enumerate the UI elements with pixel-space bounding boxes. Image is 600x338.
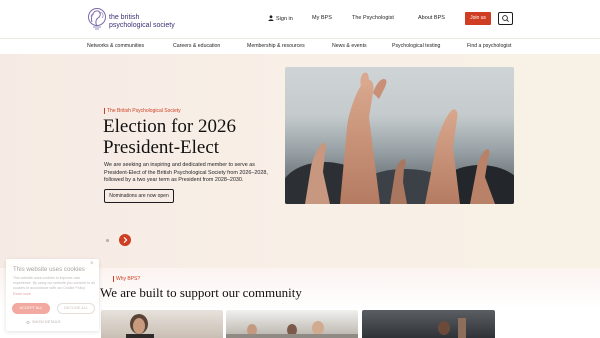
sign-in-link[interactable]: Sign in bbox=[268, 15, 293, 22]
nominations-button[interactable]: Nominations are now open bbox=[104, 189, 174, 203]
nav-my-bps[interactable]: My BPS bbox=[312, 15, 332, 21]
sign-in-label: Sign in bbox=[276, 16, 293, 22]
show-details-button[interactable]: SHOW DETAILS bbox=[32, 320, 60, 324]
raised-hands-illustration bbox=[285, 72, 514, 204]
cookie-consent-banner: × This website uses cookies This website… bbox=[6, 259, 99, 331]
user-icon bbox=[268, 15, 274, 21]
cookie-read-more-link[interactable]: Read more bbox=[13, 292, 31, 296]
gear-icon: ⚙ bbox=[26, 320, 31, 325]
person-photo bbox=[126, 314, 154, 338]
section-eyebrow: Why BPS? bbox=[113, 276, 140, 282]
nav-membership-resources[interactable]: Membership & resources bbox=[247, 43, 305, 49]
search-icon bbox=[502, 15, 509, 22]
office-photo bbox=[438, 318, 466, 338]
nav-networks-communities[interactable]: Networks & communities bbox=[87, 43, 144, 49]
search-button[interactable] bbox=[498, 12, 513, 25]
cookie-title: This website uses cookies bbox=[13, 266, 85, 273]
nav-find-psychologist[interactable]: Find a psychologist bbox=[467, 43, 511, 49]
carousel-next-button[interactable] bbox=[119, 234, 131, 246]
hero-image bbox=[285, 67, 514, 204]
accept-all-button[interactable]: ACCEPT ALL bbox=[12, 303, 50, 314]
community-card-image-2[interactable] bbox=[226, 310, 358, 338]
nav-news-events[interactable]: News & events bbox=[332, 43, 367, 49]
decline-all-button[interactable]: DECLINE ALL bbox=[57, 303, 95, 314]
join-us-button[interactable]: Join us bbox=[465, 12, 491, 25]
community-card-image-3[interactable] bbox=[362, 310, 495, 338]
nav-the-psychologist[interactable]: The Psychologist bbox=[352, 15, 394, 21]
top-bar: the british psychological society Sign i… bbox=[0, 0, 600, 38]
nav-careers-education[interactable]: Careers & education bbox=[173, 43, 220, 49]
brand-name: the british psychological society bbox=[109, 14, 175, 30]
brand-name-line2: psychological society bbox=[109, 22, 175, 29]
meeting-photo bbox=[226, 321, 358, 338]
cookie-text: This website uses cookies to improve use… bbox=[13, 276, 95, 297]
nav-psychological-testing[interactable]: Psychological testing bbox=[392, 43, 440, 49]
section-title: We are built to support our community bbox=[100, 285, 302, 300]
hero-description: We are seeking an inspiring and dedicate… bbox=[104, 162, 268, 184]
chevron-right-icon bbox=[123, 236, 128, 244]
community-card-image-1[interactable] bbox=[101, 310, 223, 338]
psyche-emblem-icon bbox=[88, 8, 106, 30]
nav-about-bps[interactable]: About BPS bbox=[418, 15, 445, 21]
hero-eyebrow: The British Psychological Society bbox=[104, 108, 181, 114]
bps-logo[interactable]: the british psychological society bbox=[86, 4, 206, 34]
hero-title: Election for 2026 President-Elect bbox=[103, 116, 236, 158]
cookie-text-body: This website uses cookies to improve use… bbox=[13, 276, 95, 291]
carousel-dot[interactable] bbox=[106, 239, 109, 242]
brand-name-line1: the british bbox=[109, 14, 140, 21]
close-icon[interactable]: × bbox=[90, 261, 94, 267]
main-navigation: Networks & communities Careers & educati… bbox=[0, 38, 600, 54]
